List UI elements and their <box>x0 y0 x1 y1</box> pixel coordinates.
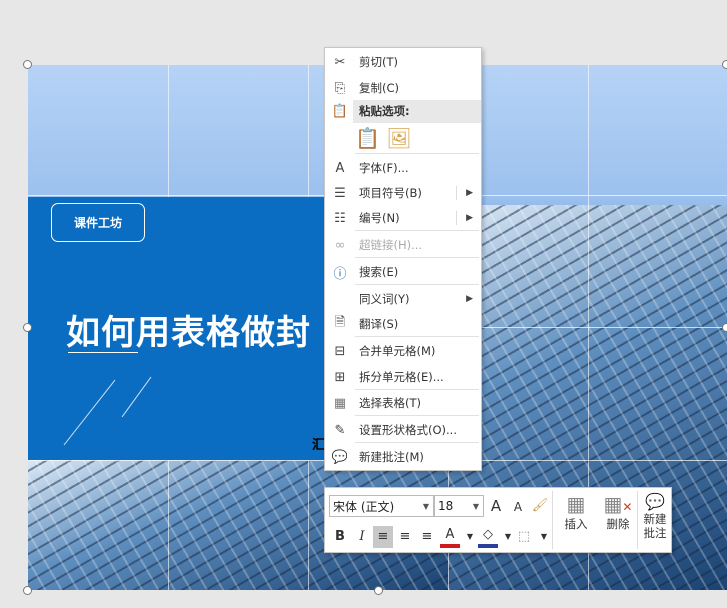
submenu-arrow-icon: ▶ <box>466 188 473 198</box>
paste-option-buttons: 📋 🖼 <box>355 126 412 150</box>
bullets-icon: ☰ <box>334 185 346 201</box>
resize-handle[interactable] <box>374 586 383 595</box>
numbering-icon: ☷ <box>334 210 346 226</box>
italic-button[interactable]: I <box>352 526 372 548</box>
search-icon: ⓘ <box>333 266 347 282</box>
menu-item-new-comment[interactable]: 💬 新建批注(M) <box>325 445 481 469</box>
new-comment-button[interactable]: 💬 新建 批注 <box>638 492 672 540</box>
title-panel: 课件工坊 如何用表格做封 汇 <box>28 197 325 460</box>
menu-item-cut[interactable]: ✂ 剪切(T) <box>325 50 481 74</box>
hyperlink-icon: ∞ <box>334 237 346 253</box>
new-comment-icon: 💬 <box>331 449 349 465</box>
chevron-down-icon[interactable]: ▼ <box>460 526 480 548</box>
decorative-lines <box>63 376 152 446</box>
merge-cells-icon: ⊟ <box>334 343 346 359</box>
insert-table-icon: ▦ <box>566 492 586 516</box>
menu-item-translate[interactable]: 🗎 翻译(S) <box>325 312 481 336</box>
menu-item-copy[interactable]: ⎘ 复制(C) <box>325 76 481 100</box>
insert-button[interactable]: ▦ 插入 <box>555 492 597 532</box>
format-painter-icon[interactable]: 🖌 <box>530 495 550 517</box>
chevron-down-icon: ▼ <box>422 501 429 511</box>
menu-item-select-table[interactable]: ▦ 选择表格(T) <box>325 391 481 415</box>
shrink-font-button[interactable]: A <box>508 496 528 518</box>
menu-item-split-cells[interactable]: ⊞ 拆分单元格(E)... <box>325 365 481 389</box>
fill-color-icon[interactable]: ◇ <box>478 526 498 548</box>
context-menu: ✂ 剪切(T) ⎘ 复制(C) 📋 粘贴选项: 📋 🖼 A 字体(F)... ☰ 项目符号… <box>324 47 482 471</box>
chevron-down-icon[interactable]: ▼ <box>534 526 554 548</box>
resize-handle[interactable] <box>23 60 32 69</box>
copy-icon: ⎘ <box>334 80 346 96</box>
paste-keep-text-icon[interactable]: 📋 <box>355 126 380 150</box>
menu-item-numbering[interactable]: ☷ 编号(N) ▶ <box>325 206 481 230</box>
delete-button[interactable]: ▦✕ 删除 <box>597 492 639 532</box>
badge: 课件工坊 <box>51 203 145 242</box>
scissors-icon: ✂ <box>334 54 346 70</box>
delete-table-icon: ▦✕ <box>603 492 633 516</box>
font-color-button[interactable]: A <box>440 526 460 548</box>
resize-handle[interactable] <box>722 323 727 332</box>
submenu-arrow-icon: ▶ <box>466 294 473 304</box>
align-right-button[interactable]: ≡ <box>417 526 437 548</box>
translate-icon: 🗎 <box>334 315 346 330</box>
paste-picture-icon[interactable]: 🖼 <box>386 126 411 150</box>
format-shape-icon: ✎ <box>334 422 346 438</box>
menu-item-format-shape[interactable]: ✎ 设置形状格式(O)... <box>325 418 481 442</box>
title-underline <box>68 352 138 353</box>
slide-title[interactable]: 如何用表格做封 <box>66 305 311 354</box>
paste-options-header: 📋 粘贴选项: <box>325 99 481 123</box>
borders-icon[interactable]: ⬚ <box>514 526 534 548</box>
menu-item-font[interactable]: A 字体(F)... <box>325 156 481 180</box>
chevron-down-icon: ▼ <box>472 501 479 511</box>
paste-icon: 📋 <box>331 103 349 119</box>
menu-item-hyperlink[interactable]: ∞ 超链接(H)... <box>325 233 481 257</box>
font-size-select[interactable]: 18 ▼ <box>434 495 484 517</box>
resize-handle[interactable] <box>722 60 727 69</box>
menu-item-search[interactable]: ⓘ 搜索(E) <box>325 260 481 284</box>
split-cells-icon: ⊞ <box>334 369 346 385</box>
select-table-icon: ▦ <box>333 395 347 411</box>
align-center-button[interactable]: ≡ <box>395 526 415 548</box>
resize-handle[interactable] <box>23 586 32 595</box>
align-left-button[interactable]: ≡ <box>373 526 393 548</box>
bold-button[interactable]: B <box>330 526 350 548</box>
resize-handle[interactable] <box>23 323 32 332</box>
grow-font-button[interactable]: A <box>486 495 506 517</box>
mini-toolbar: 宋体 (正文) ▼ 18 ▼ A A 🖌 B I ≡ ≡ ≡ A ▼ ◇ ▼ ⬚ ▼… <box>324 487 672 553</box>
new-comment-icon: 💬 <box>645 492 665 511</box>
font-name-select[interactable]: 宋体 (正文) ▼ <box>329 495 434 517</box>
menu-item-synonyms[interactable]: 同义词(Y) ▶ <box>325 287 481 311</box>
font-icon: A <box>335 160 345 176</box>
submenu-arrow-icon: ▶ <box>466 213 473 223</box>
menu-item-merge-cells[interactable]: ⊟ 合并单元格(M) <box>325 339 481 363</box>
menu-item-bullets[interactable]: ☰ 项目符号(B) ▶ <box>325 181 481 205</box>
